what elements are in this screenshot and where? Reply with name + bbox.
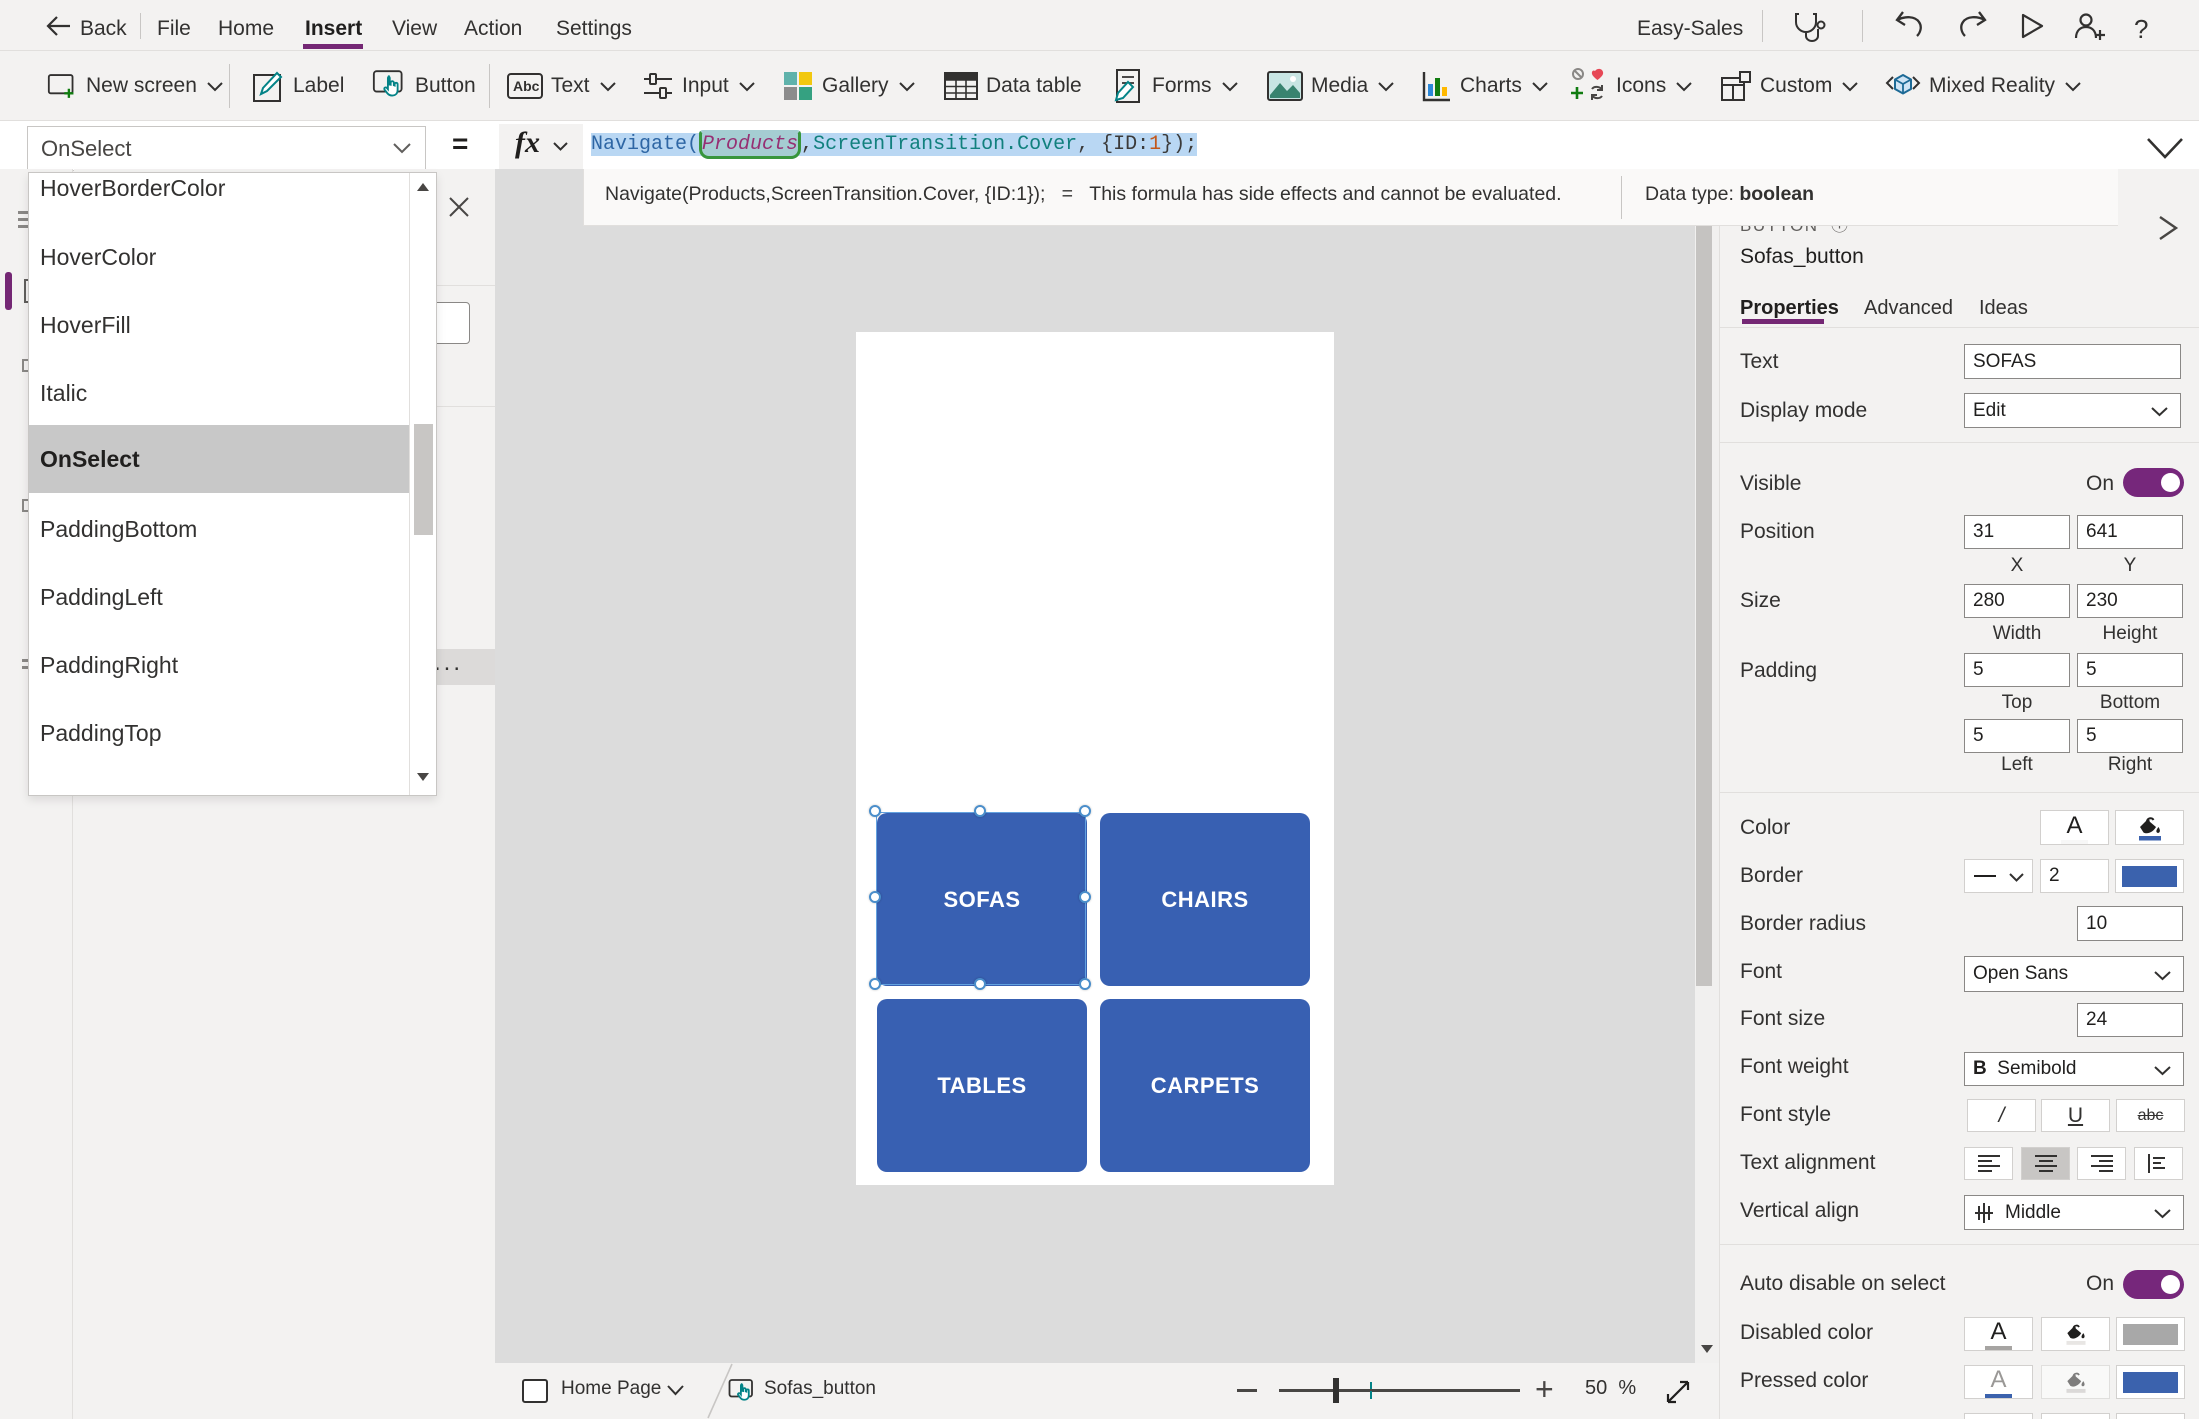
svg-text:Abc: Abc: [513, 78, 540, 94]
